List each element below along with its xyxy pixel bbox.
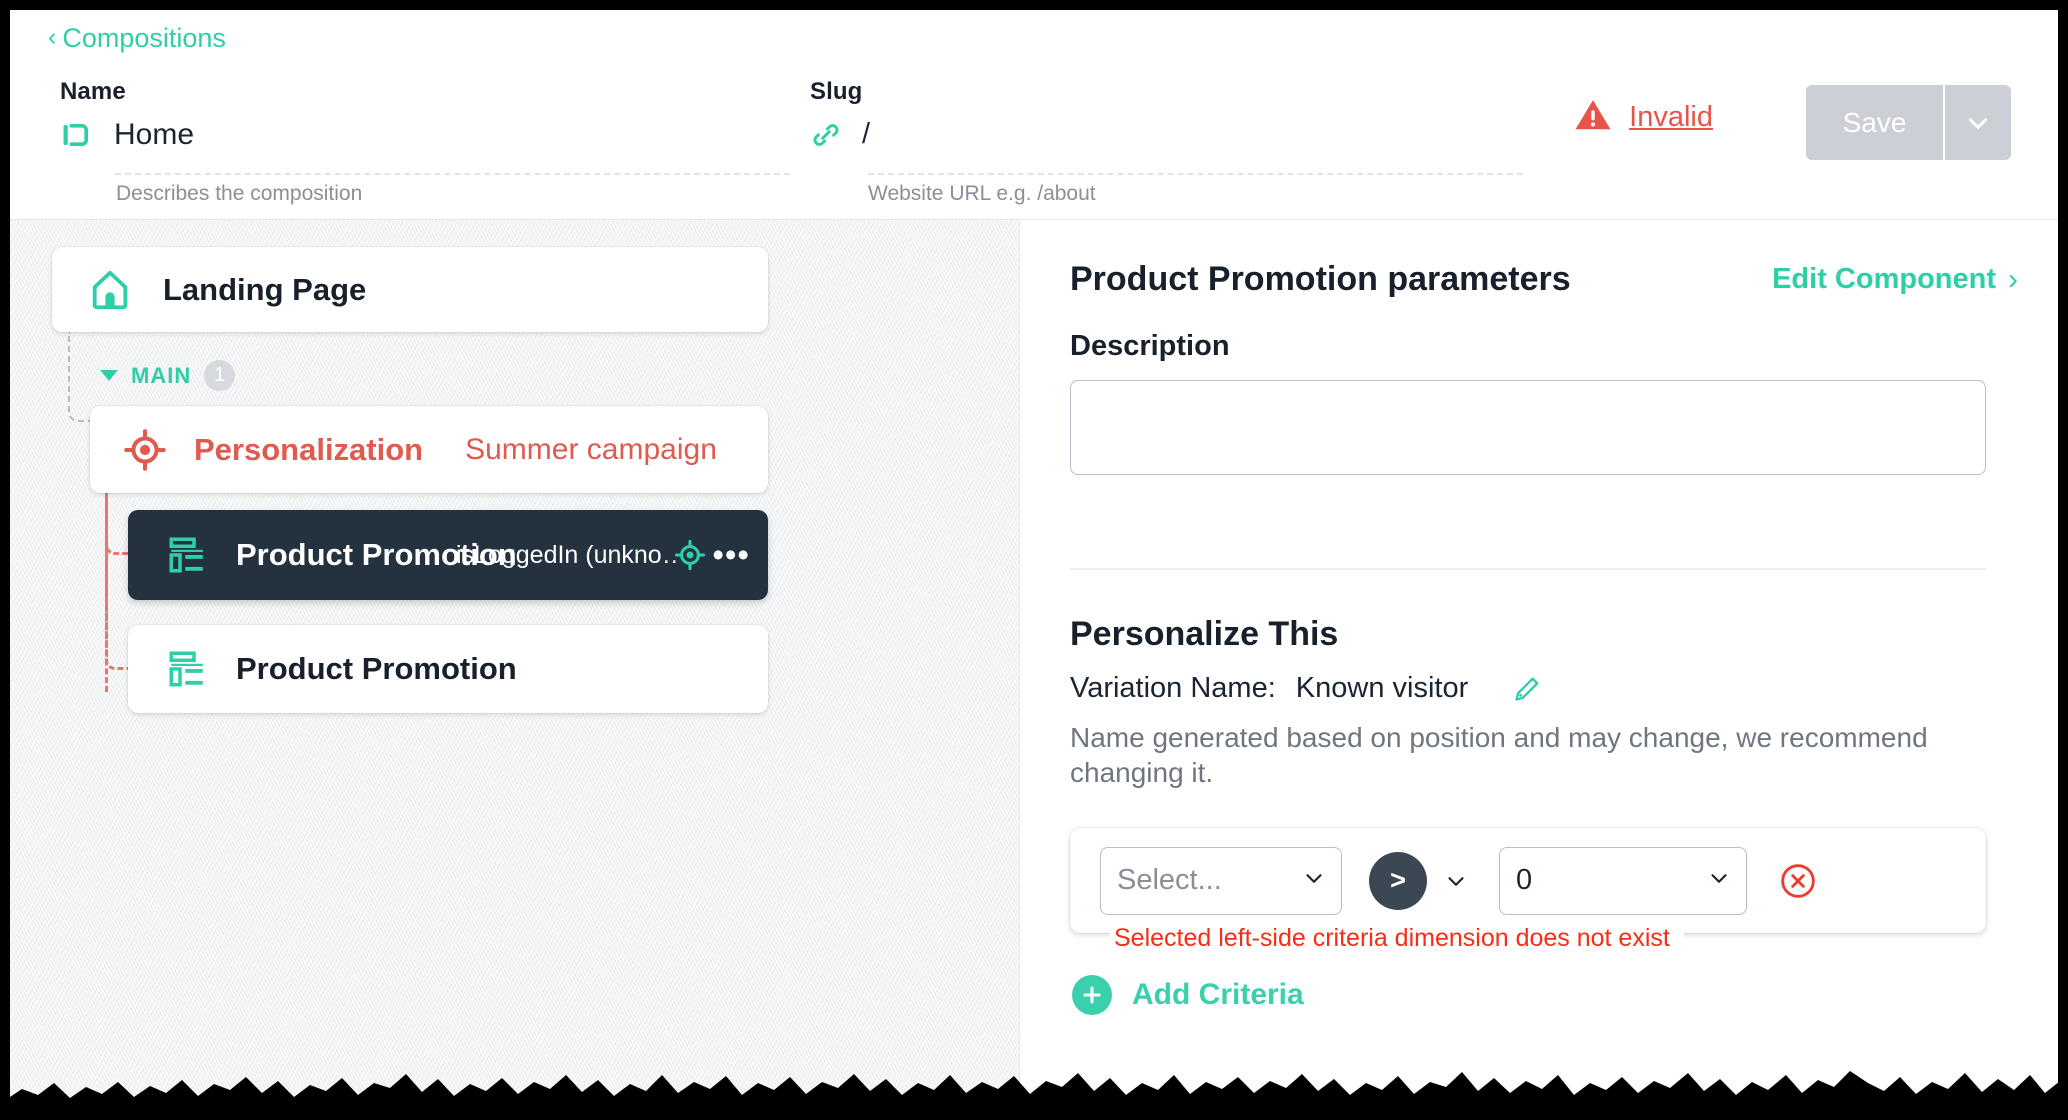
personalize-section-title: Personalize This xyxy=(1070,615,1339,653)
tree-node-subtitle: Summer campaign xyxy=(465,432,717,466)
name-field-row[interactable]: Home xyxy=(60,118,194,152)
tree-node-personalization[interactable]: Personalization Summer campaign xyxy=(90,406,768,493)
tree-slot-label: MAIN xyxy=(131,362,192,388)
breadcrumb-compositions-link[interactable]: ‹ Compositions xyxy=(48,23,226,54)
criteria-error-message: Selected left-side criteria dimension do… xyxy=(1110,920,1684,963)
tree-slot-main[interactable]: MAIN 1 xyxy=(100,360,236,391)
remove-circle-icon xyxy=(1781,863,1815,898)
variation-name-note: Name generated based on position and may… xyxy=(1070,722,1928,788)
edit-component-label: Edit Component xyxy=(1772,263,1996,295)
composition-icon xyxy=(60,118,94,152)
parameters-header: Product Promotion parameters Edit Compon… xyxy=(1070,260,2018,299)
name-field-label: Name xyxy=(60,78,126,105)
parameters-panel: Product Promotion parameters Edit Compon… xyxy=(1020,220,2058,1105)
slug-field-help: Website URL e.g. /about xyxy=(868,182,1096,205)
tree-node-title: Landing Page xyxy=(163,271,367,307)
chevron-left-icon: ‹ xyxy=(48,23,57,51)
app-header: ‹ Compositions Name Home Describes the c… xyxy=(10,10,2058,220)
variation-name-label: Variation Name: xyxy=(1070,672,1276,704)
component-layout-icon xyxy=(166,534,208,576)
slug-field-row[interactable]: / xyxy=(810,118,870,151)
save-button-group[interactable]: Save xyxy=(1806,85,2011,160)
warning-triangle-icon xyxy=(1573,96,1613,139)
pencil-icon[interactable] xyxy=(1512,674,1542,704)
ellipsis-icon[interactable]: ••• xyxy=(712,538,750,571)
chevron-right-icon: › xyxy=(2008,262,2018,296)
tree-connector-vertical xyxy=(105,492,108,692)
criteria-left-select[interactable]: Select... xyxy=(1100,846,1342,915)
description-input[interactable] xyxy=(1070,380,1986,475)
chevron-down-icon xyxy=(1448,876,1464,886)
slug-field-underline xyxy=(868,173,1523,175)
slug-field-value: / xyxy=(862,118,871,150)
tree-node-product-promotion-selected[interactable]: Product Promotion isLoggedIn (unkno… ••• xyxy=(128,510,768,600)
page-title: Product Promotion parameters xyxy=(1070,260,1571,298)
criteria-right-select[interactable]: 0 xyxy=(1499,846,1747,915)
app-body: Landing Page MAIN 1 Personalization Summ… xyxy=(10,220,2058,1105)
chevron-down-icon xyxy=(1301,865,1327,896)
remove-criteria-button[interactable] xyxy=(1777,860,1819,902)
description-label: Description xyxy=(1070,330,1230,362)
app-window: ‹ Compositions Name Home Describes the c… xyxy=(10,10,2058,1105)
save-dropdown-toggle[interactable] xyxy=(1945,85,2011,160)
add-criteria-label: Add Criteria xyxy=(1132,978,1304,1011)
add-criteria-button[interactable]: Add Criteria xyxy=(1072,975,1304,1015)
criteria-left-value: Select... xyxy=(1117,864,1222,896)
tree-node-title: Product Promotion xyxy=(236,651,517,686)
section-divider xyxy=(1070,568,1986,570)
name-field-value: Home xyxy=(114,118,195,151)
breadcrumb-label: Compositions xyxy=(62,23,226,53)
target-icon[interactable] xyxy=(674,539,706,571)
name-field-help: Describes the composition xyxy=(116,182,363,205)
plus-circle-icon xyxy=(1072,975,1112,1015)
status-label: Invalid xyxy=(1629,101,1713,133)
slug-field-label: Slug xyxy=(810,78,863,105)
criteria-operator-button[interactable]: > xyxy=(1369,851,1427,910)
save-button[interactable]: Save xyxy=(1806,85,1945,160)
home-icon xyxy=(87,267,133,313)
variation-name-row: Variation Name: Known visitor xyxy=(1070,672,1542,705)
chevron-down-icon xyxy=(1706,865,1732,896)
name-field-underline xyxy=(115,173,790,175)
criteria-right-value: 0 xyxy=(1516,864,1533,896)
target-icon xyxy=(124,428,166,471)
composition-tree-panel: Landing Page MAIN 1 Personalization Summ… xyxy=(10,220,1020,1105)
tree-node-title: Personalization xyxy=(194,431,424,467)
edit-component-link[interactable]: Edit Component › xyxy=(1772,263,2018,297)
criteria-operator-dropdown[interactable] xyxy=(1443,868,1469,894)
chevron-down-icon xyxy=(1969,117,1987,129)
caret-down-icon xyxy=(100,370,118,381)
tree-slot-count-badge: 1 xyxy=(204,360,236,391)
status-badge-invalid[interactable]: Invalid xyxy=(1573,96,1713,139)
tree-node-product-promotion[interactable]: Product Promotion xyxy=(128,625,768,713)
tree-node-criteria-summary: isLoggedIn (unkno… xyxy=(456,540,676,569)
tree-node-landing-page[interactable]: Landing Page xyxy=(52,247,768,332)
variation-name-value: Known visitor xyxy=(1295,672,1469,704)
component-layout-icon xyxy=(166,648,208,690)
screenshot-frame: ‹ Compositions Name Home Describes the c… xyxy=(0,0,2068,1120)
criteria-row: Select... > 0 xyxy=(1070,828,1986,933)
link-icon xyxy=(810,119,842,151)
